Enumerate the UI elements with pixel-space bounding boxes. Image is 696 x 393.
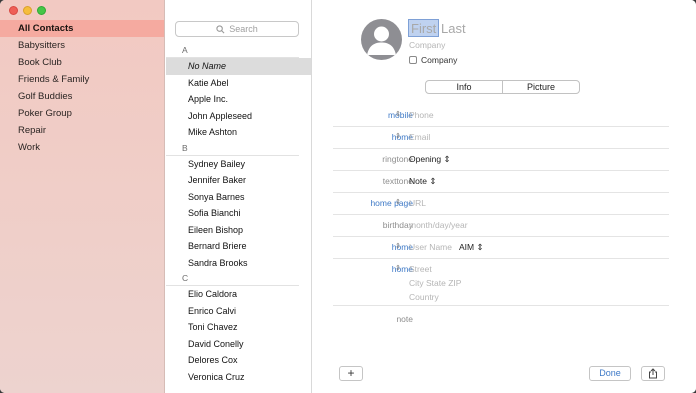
ringtone-field-row: ringtone Opening ⇕ xyxy=(333,149,669,171)
ringtone-popup[interactable]: Opening ⇕ xyxy=(409,154,451,165)
info-picture-segmented-control: Info Picture xyxy=(425,80,580,94)
tab-info[interactable]: Info xyxy=(426,81,503,93)
groups-list: All Contacts Babysitters Book Club Frien… xyxy=(0,20,164,156)
street-input[interactable]: Street xyxy=(409,264,432,274)
chevron-updown-icon[interactable]: ⇕ xyxy=(395,198,401,206)
contact-row[interactable]: Katie Abel xyxy=(166,75,311,92)
section-header-c: C xyxy=(166,271,299,286)
company-checkbox[interactable] xyxy=(409,56,417,64)
country-input[interactable]: Country xyxy=(409,292,439,302)
chevron-updown-icon[interactable]: ⇕ xyxy=(395,110,401,118)
im-username-input[interactable]: User Name xyxy=(409,242,452,252)
group-poker-group[interactable]: Poker Group xyxy=(0,105,164,122)
contact-row[interactable]: Veronica Cruz xyxy=(166,369,311,386)
homepage-label-popup[interactable]: home page xyxy=(370,198,413,208)
note-field-row[interactable]: note xyxy=(333,306,669,332)
contact-row[interactable]: Mike Ashton xyxy=(166,124,311,141)
groups-sidebar: All Contacts Babysitters Book Club Frien… xyxy=(0,0,165,393)
close-window-button[interactable] xyxy=(9,6,18,15)
share-icon xyxy=(649,368,657,379)
city-state-zip-input[interactable]: City State ZIP xyxy=(409,278,461,288)
birthday-field-row: birthday month/day/year xyxy=(333,215,669,237)
note-label: note xyxy=(396,314,413,324)
contact-rows: A No Name Katie Abel Apple Inc. John App… xyxy=(166,43,311,385)
section-header-a: A xyxy=(166,43,299,58)
group-babysitters[interactable]: Babysitters xyxy=(0,37,164,54)
contact-row[interactable]: John Appleseed xyxy=(166,108,311,125)
company-checkbox-row[interactable]: Company xyxy=(409,55,457,65)
contact-row[interactable]: Toni Chavez xyxy=(166,319,311,336)
texttone-field-row: texttone Note ⇕ xyxy=(333,171,669,193)
group-golf-buddies[interactable]: Golf Buddies xyxy=(0,88,164,105)
url-input[interactable]: URL xyxy=(409,198,426,208)
contact-fields: mobile ⇕ Phone home ⇕ Email ringtone Ope… xyxy=(333,105,669,332)
contact-row[interactable]: David Conelly xyxy=(166,336,311,353)
group-friends-family[interactable]: Friends & Family xyxy=(0,71,164,88)
contacts-list-pane: Search A No Name Katie Abel Apple Inc. J… xyxy=(166,0,312,393)
contact-row[interactable]: Delores Cox xyxy=(166,352,311,369)
search-input[interactable]: Search xyxy=(175,21,299,37)
address-field-row: home ⇕ Street City State ZIP Country xyxy=(333,259,669,306)
chevron-updown-icon: ⇕ xyxy=(476,242,484,252)
chevron-updown-icon: ⇕ xyxy=(443,154,451,164)
contact-row[interactable]: Sydney Bailey xyxy=(166,156,311,173)
email-input[interactable]: Email xyxy=(409,132,430,142)
done-button[interactable]: Done xyxy=(589,366,631,381)
window-controls xyxy=(9,6,46,15)
contact-row[interactable]: Sofia Bianchi xyxy=(166,205,311,222)
contact-row[interactable]: Jennifer Baker xyxy=(166,172,311,189)
tab-picture[interactable]: Picture xyxy=(503,81,579,93)
contact-row[interactable]: Eileen Bishop xyxy=(166,222,311,239)
person-silhouette-icon xyxy=(367,26,396,55)
search-icon xyxy=(216,24,225,33)
phone-field-row: mobile ⇕ Phone xyxy=(333,105,669,127)
group-repair[interactable]: Repair xyxy=(0,122,164,139)
phone-input[interactable]: Phone xyxy=(409,110,434,120)
company-input[interactable]: Company xyxy=(409,40,445,50)
contact-row[interactable]: Apple Inc. xyxy=(166,91,311,108)
im-field-row: home ⇕ User Name AIM ⇕ xyxy=(333,237,669,259)
contact-row[interactable]: Enrico Calvi xyxy=(166,303,311,320)
chevron-updown-icon: ⇕ xyxy=(429,176,437,186)
last-name-input[interactable]: Last xyxy=(441,21,466,36)
email-field-row: home ⇕ Email xyxy=(333,127,669,149)
avatar[interactable] xyxy=(361,19,402,60)
contacts-window: All Contacts Babysitters Book Club Frien… xyxy=(0,0,696,393)
section-header-b: B xyxy=(166,141,299,156)
minimize-window-button[interactable] xyxy=(23,6,32,15)
ringtone-value: Opening xyxy=(409,154,442,164)
first-name-input[interactable]: First xyxy=(408,19,440,37)
contact-row-selected[interactable]: No Name xyxy=(166,58,311,75)
zoom-window-button[interactable] xyxy=(37,6,46,15)
chevron-updown-icon[interactable]: ⇕ xyxy=(395,242,401,250)
chevron-updown-icon[interactable]: ⇕ xyxy=(395,264,401,272)
birthday-input[interactable]: month/day/year xyxy=(409,220,468,230)
texttone-value: Note xyxy=(409,176,427,186)
im-service-value: AIM xyxy=(459,242,475,252)
group-book-club[interactable]: Book Club xyxy=(0,54,164,71)
contact-detail-pane: First Last Company Company Info Picture … xyxy=(313,0,696,393)
contact-row[interactable]: Bernard Briere xyxy=(166,238,311,255)
texttone-popup[interactable]: Note ⇕ xyxy=(409,176,436,187)
group-work[interactable]: Work xyxy=(0,139,164,156)
chevron-updown-icon[interactable]: ⇕ xyxy=(395,132,401,140)
search-placeholder: Search xyxy=(229,24,258,34)
group-all-contacts[interactable]: All Contacts xyxy=(0,20,164,37)
contact-row[interactable]: Sonya Barnes xyxy=(166,189,311,206)
homepage-field-row: home page ⇕ URL xyxy=(333,193,669,215)
im-service-popup[interactable]: AIM ⇕ xyxy=(459,242,484,253)
contact-row[interactable]: Elio Caldora xyxy=(166,286,311,303)
share-button[interactable] xyxy=(641,366,665,381)
company-checkbox-label: Company xyxy=(421,55,458,65)
add-field-button[interactable]: + xyxy=(339,366,363,381)
contact-row[interactable]: Sandra Brooks xyxy=(166,255,311,272)
